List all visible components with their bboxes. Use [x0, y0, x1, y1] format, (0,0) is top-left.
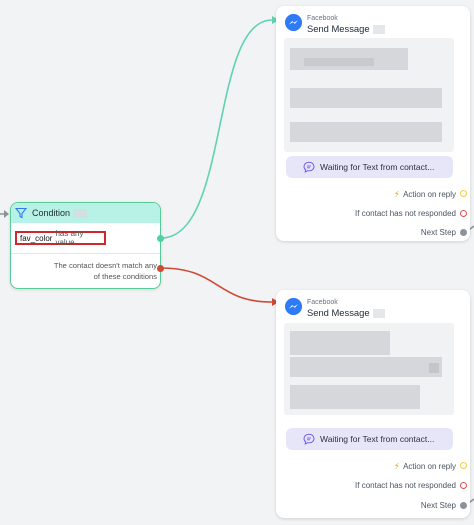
channel-label: Facebook	[307, 299, 338, 306]
action-on-reply-output: ⚡ Action on reply	[394, 461, 456, 472]
message-header: Facebook Send Message	[285, 298, 385, 319]
message-title: Send Message	[307, 23, 370, 34]
condition-node[interactable]: Condition fav_color has any value The co…	[10, 202, 161, 289]
flow-canvas[interactable]: Condition fav_color has any value The co…	[0, 0, 474, 525]
no-response-output: If contact has not responded	[355, 481, 456, 490]
filter-icon	[15, 207, 27, 219]
match-edge	[160, 19, 273, 239]
rule-operator: has any value	[55, 229, 84, 247]
chat-bubble-icon	[303, 161, 315, 173]
message-header: Facebook Send Message	[285, 14, 385, 35]
next-step-output: Next Step	[421, 501, 456, 510]
next-step-label: Next Step	[420, 228, 456, 237]
action-on-reply-label: Action on reply	[403, 462, 456, 471]
lightning-icon: ⚡	[393, 189, 401, 199]
waiting-label: Waiting for Text from contact...	[320, 162, 435, 172]
next-step-port[interactable]	[460, 502, 467, 509]
action-on-reply-output: ⚡ Action on reply	[394, 189, 456, 200]
message-title: Send Message	[307, 307, 370, 318]
send-message-node[interactable]: Facebook Send Message Waiting for Text f…	[276, 6, 470, 241]
else-line-2: of these conditions	[93, 272, 157, 281]
match-output-port[interactable]	[157, 235, 164, 242]
channel-label: Facebook	[307, 15, 338, 22]
message-name-redacted	[372, 308, 385, 318]
next-step-label: Next Step	[420, 501, 456, 510]
condition-rule[interactable]: fav_color has any value	[15, 229, 106, 247]
condition-divider	[11, 253, 160, 254]
action-on-reply-label: Action on reply	[403, 190, 456, 199]
messenger-icon	[285, 14, 302, 31]
message-content-redacted[interactable]	[284, 323, 454, 415]
rule-field: fav_color	[20, 233, 53, 243]
condition-title: Condition	[32, 208, 71, 218]
waiting-label: Waiting for Text from contact...	[320, 434, 435, 444]
waiting-reply-chip[interactable]: Waiting for Text from contact...	[286, 428, 453, 450]
message-content-redacted[interactable]	[284, 38, 454, 152]
no-response-output: If contact has not responded	[355, 209, 456, 218]
action-on-reply-port[interactable]	[460, 190, 467, 197]
next-step-output: Next Step	[421, 228, 456, 237]
chat-bubble-icon	[303, 433, 315, 445]
next-step-port[interactable]	[460, 229, 467, 236]
else-output-port[interactable]	[157, 265, 164, 272]
send-message-node[interactable]: Facebook Send Message Waiting for Text f…	[276, 290, 470, 518]
condition-name-redacted	[73, 208, 88, 218]
no-response-port[interactable]	[460, 482, 467, 489]
lightning-icon: ⚡	[393, 461, 401, 471]
condition-input-arrow	[4, 210, 9, 218]
no-response-label: If contact has not responded	[355, 481, 456, 490]
message-name-redacted	[372, 24, 385, 34]
waiting-reply-chip[interactable]: Waiting for Text from contact...	[286, 156, 453, 178]
condition-else-label: The contact doesn't match any of these c…	[31, 260, 157, 282]
else-edge	[160, 267, 273, 303]
else-line-1: The contact doesn't match any	[53, 261, 157, 270]
messenger-icon	[285, 298, 302, 315]
condition-header: Condition	[11, 203, 160, 223]
no-response-port[interactable]	[460, 210, 467, 217]
action-on-reply-port[interactable]	[460, 462, 467, 469]
no-response-label: If contact has not responded	[355, 209, 456, 218]
